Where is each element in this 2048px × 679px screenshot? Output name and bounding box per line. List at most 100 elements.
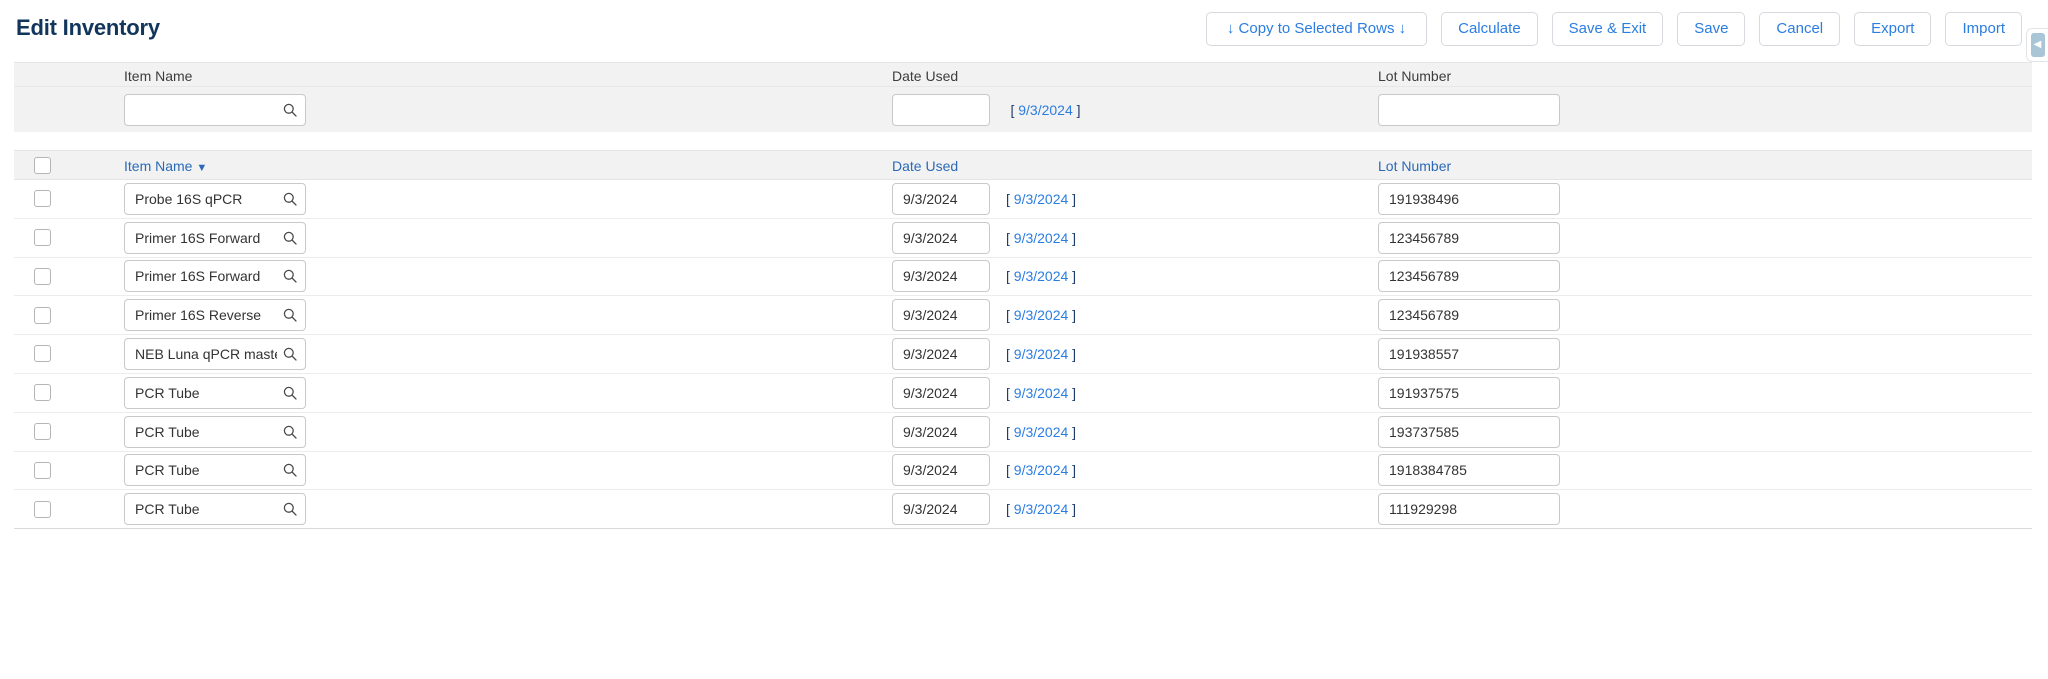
table-row: [ 9/3/2024 ] bbox=[14, 296, 2032, 336]
date-hint-close-bracket: ] bbox=[1072, 190, 1077, 207]
calculate-button[interactable]: Calculate bbox=[1441, 12, 1538, 46]
row-lot-number-input[interactable] bbox=[1378, 260, 1560, 293]
row-item-name-input[interactable] bbox=[124, 454, 306, 487]
inventory-table: Item Name Date Used Lot Number [ 9/3/202… bbox=[0, 62, 2048, 623]
date-hint-value[interactable]: 9/3/2024 bbox=[1014, 424, 1069, 440]
date-hint-value[interactable]: 9/3/2024 bbox=[1014, 191, 1069, 207]
row-date-hint[interactable]: [ 9/3/2024 ] bbox=[1006, 385, 1076, 401]
row-date-used-input[interactable] bbox=[892, 299, 990, 332]
date-hint-open-bracket: [ bbox=[1006, 229, 1010, 246]
row-lot-number-input[interactable] bbox=[1378, 376, 1560, 409]
row-item-name-wrapper bbox=[124, 260, 306, 293]
row-lot-number-input[interactable] bbox=[1378, 493, 1560, 526]
filter-item-name-input[interactable] bbox=[124, 94, 306, 126]
row-date-used-input[interactable] bbox=[892, 454, 990, 487]
row-item-name-input[interactable] bbox=[124, 182, 306, 215]
row-item-name-input[interactable] bbox=[124, 376, 306, 409]
date-hint-close-bracket: ] bbox=[1072, 307, 1077, 324]
row-lot-number-input[interactable] bbox=[1378, 338, 1560, 371]
page-title: Edit Inventory bbox=[16, 15, 160, 40]
date-hint-open-bracket: [ bbox=[1006, 384, 1010, 401]
row-item-name-input[interactable] bbox=[124, 493, 306, 526]
row-item-name-input[interactable] bbox=[124, 338, 306, 371]
export-button[interactable]: Export bbox=[1854, 12, 1932, 46]
date-hint-value[interactable]: 9/3/2024 bbox=[1014, 501, 1069, 517]
date-hint-value[interactable]: 9/3/2024 bbox=[1014, 346, 1069, 362]
date-hint-value[interactable]: 9/3/2024 bbox=[1014, 307, 1069, 323]
filter-lot-number-input[interactable] bbox=[1378, 94, 1560, 126]
table-row: [ 9/3/2024 ] bbox=[14, 373, 2032, 413]
date-hint-close-bracket: ] bbox=[1072, 501, 1077, 518]
row-date-used-input[interactable] bbox=[892, 260, 990, 293]
toolbar: ↓ Copy to Selected Rows ↓ Calculate Save… bbox=[1205, 12, 2022, 46]
row-date-used-input[interactable] bbox=[892, 221, 990, 254]
row-item-name-input[interactable] bbox=[124, 415, 306, 448]
row-select-checkbox[interactable] bbox=[34, 228, 51, 246]
filter-item-name-wrapper bbox=[124, 94, 306, 126]
row-date-hint[interactable]: [ 9/3/2024 ] bbox=[1006, 230, 1076, 246]
row-lot-number-input[interactable] bbox=[1378, 221, 1560, 254]
row-lot-number-input[interactable] bbox=[1378, 415, 1560, 448]
row-select-checkbox[interactable] bbox=[34, 345, 51, 363]
cancel-button[interactable]: Cancel bbox=[1759, 12, 1841, 46]
row-select-checkbox[interactable] bbox=[34, 190, 51, 208]
chevron-left-icon: ◀ bbox=[2030, 33, 2045, 57]
column-header-item-name[interactable]: Item Name ▼ bbox=[124, 158, 207, 174]
save-and-exit-button[interactable]: Save & Exit bbox=[1551, 12, 1664, 46]
row-select-checkbox[interactable] bbox=[34, 306, 51, 324]
date-hint-close-bracket: ] bbox=[1072, 346, 1077, 363]
date-hint-value[interactable]: 9/3/2024 bbox=[1014, 268, 1069, 284]
table-row: [ 9/3/2024 ] bbox=[14, 218, 2032, 258]
row-date-hint[interactable]: [ 9/3/2024 ] bbox=[1006, 307, 1076, 323]
copy-to-selected-rows-button[interactable]: ↓ Copy to Selected Rows ↓ bbox=[1205, 12, 1428, 46]
column-header-row: Item Name ▼ Date Used Lot Number bbox=[14, 150, 2032, 180]
row-date-hint[interactable]: [ 9/3/2024 ] bbox=[1006, 424, 1076, 440]
filter-date-used-input[interactable] bbox=[892, 94, 990, 126]
row-date-hint[interactable]: [ 9/3/2024 ] bbox=[1006, 501, 1076, 517]
row-select-checkbox[interactable] bbox=[34, 461, 51, 479]
filter-date-hint[interactable]: [ 9/3/2024 ] bbox=[1010, 102, 1080, 118]
select-all-checkbox[interactable] bbox=[34, 157, 51, 175]
column-header-item-name-label: Item Name bbox=[124, 158, 193, 174]
row-select-checkbox[interactable] bbox=[34, 500, 51, 518]
row-lot-number-input[interactable] bbox=[1378, 182, 1560, 215]
row-select-checkbox[interactable] bbox=[34, 267, 51, 285]
column-header-date-used[interactable]: Date Used bbox=[892, 158, 958, 174]
row-item-name-wrapper bbox=[124, 493, 306, 526]
row-date-hint[interactable]: [ 9/3/2024 ] bbox=[1006, 462, 1076, 478]
row-item-name-input[interactable] bbox=[124, 260, 306, 293]
save-button[interactable]: Save bbox=[1677, 12, 1746, 46]
row-date-used-input[interactable] bbox=[892, 493, 990, 526]
row-item-name-input[interactable] bbox=[124, 299, 306, 332]
table-row: [ 9/3/2024 ] bbox=[14, 335, 2032, 374]
date-hint-value[interactable]: 9/3/2024 bbox=[1014, 385, 1069, 401]
row-lot-number-input[interactable] bbox=[1378, 299, 1560, 332]
row-select-checkbox[interactable] bbox=[34, 384, 51, 402]
import-button[interactable]: Import bbox=[1945, 12, 2022, 46]
row-date-used-input[interactable] bbox=[892, 376, 990, 409]
column-header-lot-number[interactable]: Lot Number bbox=[1378, 158, 1451, 174]
table-row: [ 9/3/2024 ] bbox=[14, 451, 2032, 491]
row-date-hint[interactable]: [ 9/3/2024 ] bbox=[1006, 346, 1076, 362]
row-item-name-input[interactable] bbox=[124, 221, 306, 254]
date-hint-close-bracket: ] bbox=[1072, 423, 1077, 440]
date-hint-value[interactable]: 9/3/2024 bbox=[1018, 102, 1073, 118]
date-hint-value[interactable]: 9/3/2024 bbox=[1014, 462, 1069, 478]
row-date-hint[interactable]: [ 9/3/2024 ] bbox=[1006, 268, 1076, 284]
row-date-used-input[interactable] bbox=[892, 415, 990, 448]
table-row: [ 9/3/2024 ] bbox=[14, 412, 2032, 452]
date-hint-value[interactable]: 9/3/2024 bbox=[1014, 230, 1069, 246]
row-lot-number-input[interactable] bbox=[1378, 454, 1560, 487]
row-item-name-wrapper bbox=[124, 454, 306, 487]
date-hint-open-bracket: [ bbox=[1006, 346, 1010, 363]
row-select-checkbox[interactable] bbox=[34, 422, 51, 440]
date-hint-close-bracket: ] bbox=[1072, 462, 1077, 479]
row-date-hint[interactable]: [ 9/3/2024 ] bbox=[1006, 191, 1076, 207]
row-item-name-wrapper bbox=[124, 221, 306, 254]
filter-label-item-name: Item Name bbox=[124, 68, 193, 84]
date-hint-open-bracket: [ bbox=[1006, 501, 1010, 518]
date-hint-open-bracket: [ bbox=[1006, 462, 1010, 479]
row-date-used-input[interactable] bbox=[892, 182, 990, 215]
row-date-used-input[interactable] bbox=[892, 338, 990, 371]
panel-collapse-tab[interactable]: ◀ bbox=[2026, 28, 2048, 62]
